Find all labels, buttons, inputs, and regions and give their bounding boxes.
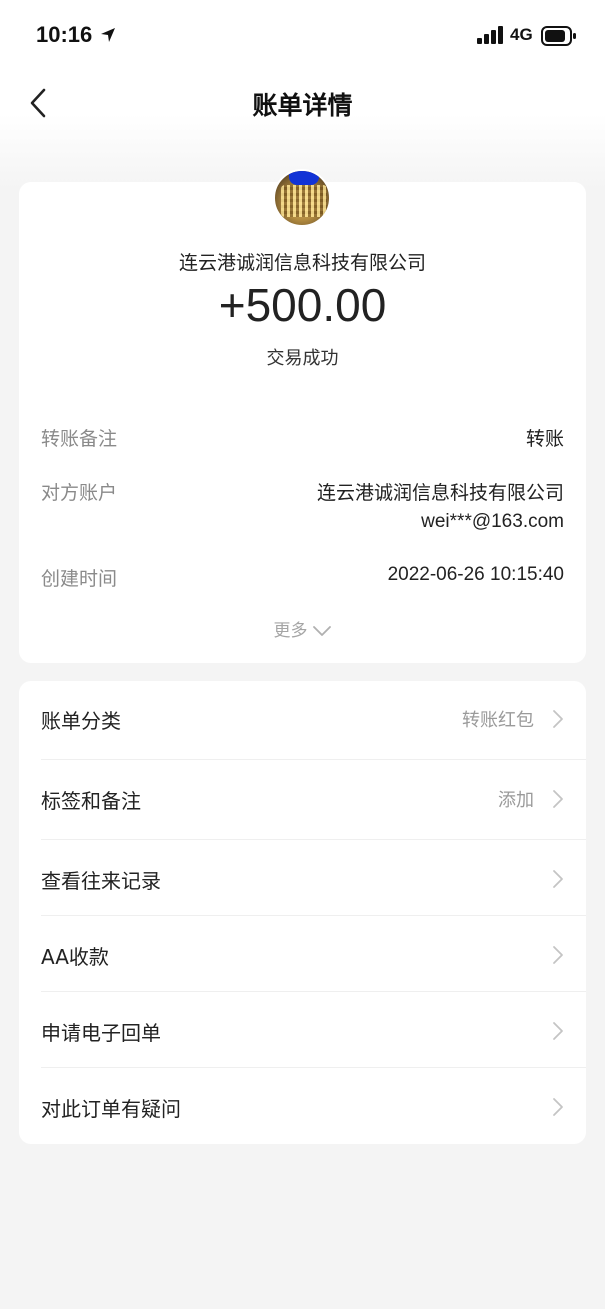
signal-icon — [477, 26, 505, 48]
chevron-down-icon — [312, 626, 331, 636]
list-item-label: 查看往来记录 — [41, 869, 161, 893]
created-time-label: 创建时间 — [41, 568, 118, 590]
status-time: 10:16 — [36, 22, 93, 47]
list-item-value: 转账红包 — [462, 710, 534, 731]
divider — [41, 839, 586, 840]
payee-name: 连云港诚润信息科技有限公司 — [178, 252, 426, 274]
transaction-status: 交易成功 — [266, 348, 339, 369]
chevron-right-icon — [553, 946, 563, 964]
payee-avatar — [273, 169, 331, 227]
list-item-e-receipt[interactable]: 申请电子回单 — [19, 993, 586, 1069]
divider — [41, 915, 586, 916]
more-button[interactable]: 更多 — [19, 616, 586, 641]
divider — [41, 759, 586, 760]
page-title: 账单详情 — [252, 91, 353, 120]
list-item-label: 申请电子回单 — [41, 1021, 161, 1045]
status-bar: 10:16 4G — [0, 0, 605, 70]
list-item-label: 标签和备注 — [41, 789, 141, 813]
list-item-aa-collection[interactable]: AA收款 — [19, 917, 586, 993]
actions-list-card: 账单分类 转账红包 标签和备注 添加 查看往来记录 AA收款 申请电子回单 对此… — [19, 681, 586, 1144]
list-item-label: 对此订单有疑问 — [41, 1097, 181, 1121]
list-item-label: AA收款 — [41, 945, 109, 969]
counterparty-name: 连云港诚润信息科技有限公司 — [316, 482, 564, 504]
list-item-bill-category[interactable]: 账单分类 转账红包 — [19, 681, 586, 757]
remark-label: 转账备注 — [41, 428, 118, 450]
more-label: 更多 — [273, 621, 308, 641]
list-item-order-question[interactable]: 对此订单有疑问 — [19, 1069, 586, 1145]
counterparty-label: 对方账户 — [41, 482, 118, 504]
chevron-right-icon — [553, 790, 563, 808]
chevron-right-icon — [553, 710, 563, 728]
divider — [41, 1067, 586, 1068]
chevron-right-icon — [553, 870, 563, 888]
created-time-value: 2022-06-26 10:15:40 — [387, 564, 564, 585]
battery-icon — [541, 26, 577, 50]
chevron-right-icon — [553, 1098, 563, 1116]
counterparty-account: wei***@163.com — [421, 511, 564, 532]
remark-value: 转账 — [525, 428, 564, 450]
list-item-value: 添加 — [498, 790, 534, 811]
divider — [41, 991, 586, 992]
list-item-tags-notes[interactable]: 标签和备注 添加 — [19, 761, 586, 837]
transaction-amount: +500.00 — [218, 279, 387, 331]
list-item-history[interactable]: 查看往来记录 — [19, 841, 586, 917]
network-type: 4G — [510, 25, 533, 44]
transaction-summary-card: 连云港诚润信息科技有限公司 +500.00 交易成功 转账备注 转账 对方账户 … — [19, 169, 586, 663]
list-item-label: 账单分类 — [41, 709, 121, 733]
location-arrow-icon — [100, 27, 116, 47]
chevron-right-icon — [553, 1022, 563, 1040]
